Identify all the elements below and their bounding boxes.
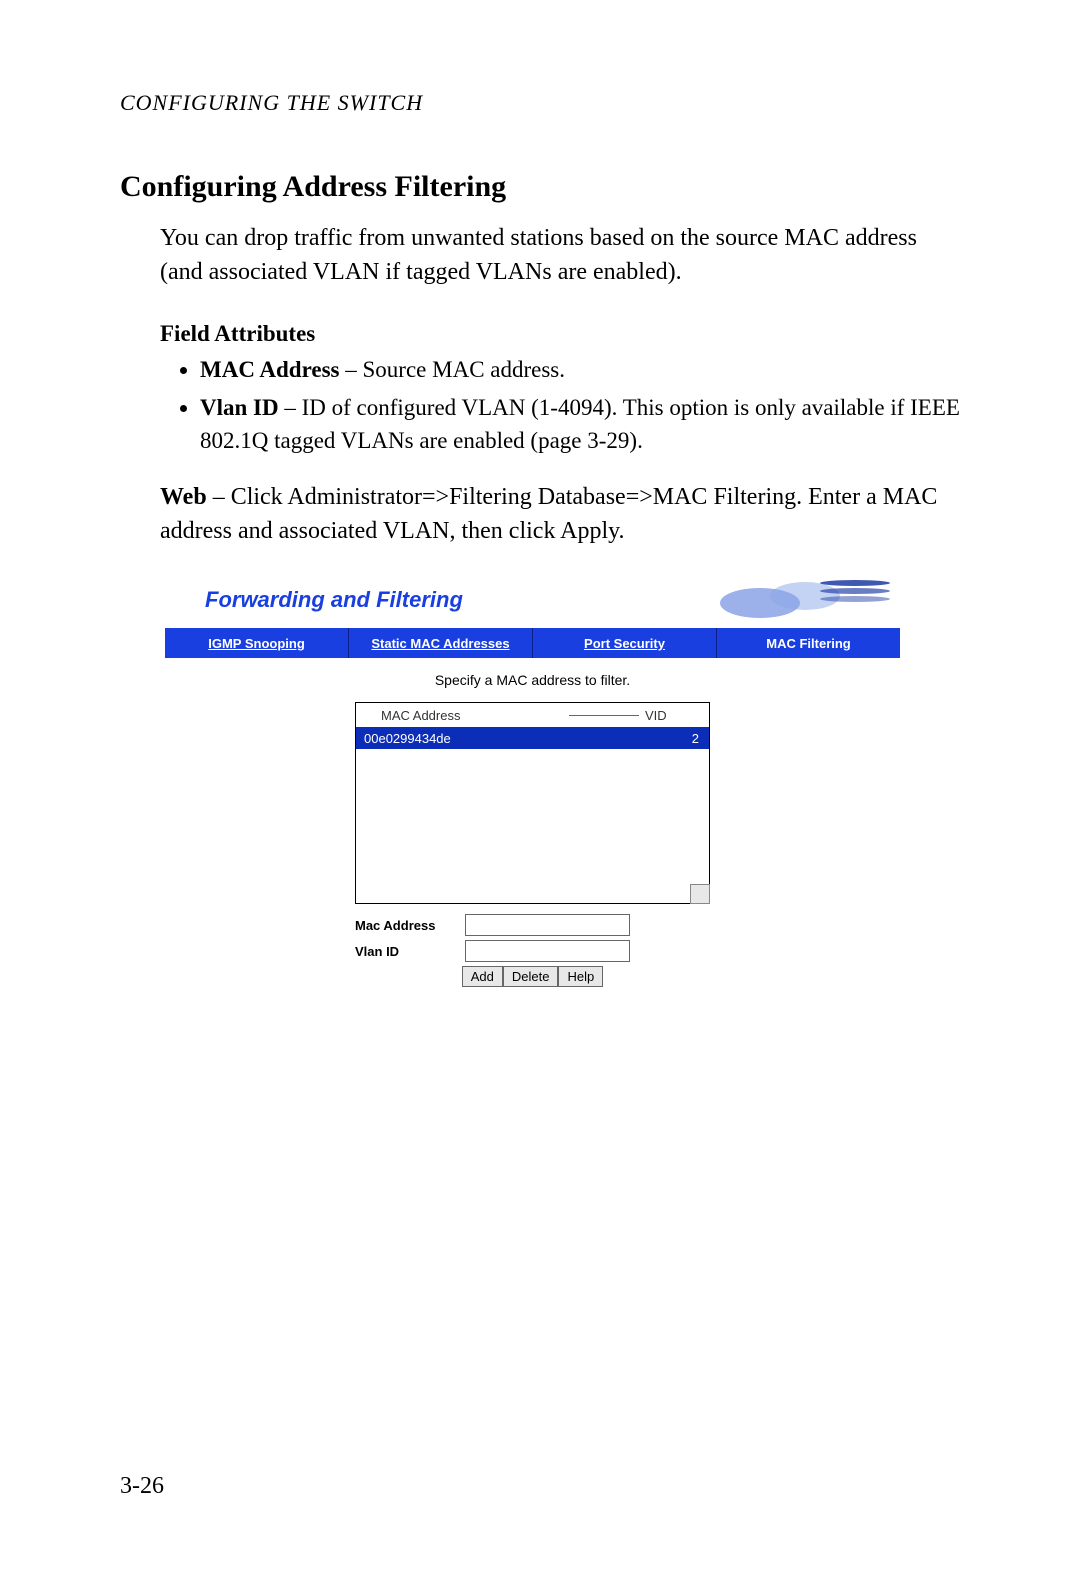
delete-button[interactable]: Delete xyxy=(503,966,559,987)
panel-header: Forwarding and Filtering xyxy=(165,578,900,622)
divider xyxy=(569,715,639,716)
instruction-text: Specify a MAC address to filter. xyxy=(355,672,710,688)
list-item: MAC Address – Source MAC address. xyxy=(200,353,960,386)
row-vid-value: 2 xyxy=(669,731,709,746)
mac-filter-listbox[interactable]: MAC Address VID 00e0299434de 2 xyxy=(355,702,710,904)
tab-static-mac-addresses[interactable]: Static MAC Addresses xyxy=(349,628,533,658)
field-attributes-list: MAC Address – Source MAC address. Vlan I… xyxy=(180,353,960,457)
web-label: Web xyxy=(160,484,207,510)
screenshot-panel: Forwarding and Filtering IGMP Snooping S… xyxy=(165,578,900,987)
vlan-id-label: Vlan ID xyxy=(355,944,465,959)
web-text: – Click Administrator=>Filtering Databas… xyxy=(160,484,937,544)
page-number: 3-26 xyxy=(120,1473,164,1500)
tab-igmp-snooping[interactable]: IGMP Snooping xyxy=(165,628,349,658)
tab-mac-filtering[interactable]: MAC Filtering xyxy=(717,628,900,658)
decorative-graphic xyxy=(710,578,900,622)
attr-desc: – ID of configured VLAN (1-4094). This o… xyxy=(200,395,960,453)
add-button[interactable]: Add xyxy=(462,966,503,987)
field-attributes-heading: Field Attributes xyxy=(160,321,960,347)
scroll-handle[interactable] xyxy=(690,884,710,904)
running-head: CONFIGURING THE SWITCH xyxy=(120,90,423,116)
list-item: Vlan ID – ID of configured VLAN (1-4094)… xyxy=(200,391,960,458)
help-button[interactable]: Help xyxy=(558,966,603,987)
attr-label: MAC Address xyxy=(200,357,340,382)
mac-address-label: Mac Address xyxy=(355,918,465,933)
vlan-id-input[interactable] xyxy=(465,940,630,962)
tab-bar: IGMP Snooping Static MAC Addresses Port … xyxy=(165,628,900,658)
listbox-header-row: MAC Address VID xyxy=(356,703,709,727)
tab-port-security[interactable]: Port Security xyxy=(533,628,717,658)
intro-paragraph: You can drop traffic from unwanted stati… xyxy=(160,222,960,289)
section-title: Configuring Address Filtering xyxy=(120,170,960,204)
attr-label: Vlan ID xyxy=(200,395,279,420)
web-paragraph: Web – Click Administrator=>Filtering Dat… xyxy=(160,481,960,548)
mac-address-input[interactable] xyxy=(465,914,630,936)
panel-title: Forwarding and Filtering xyxy=(165,587,710,613)
attr-desc: – Source MAC address. xyxy=(340,357,566,382)
listbox-header-mac: MAC Address xyxy=(356,708,569,723)
row-mac-value: 00e0299434de xyxy=(356,731,669,746)
listbox-header-vid: VID xyxy=(645,708,709,723)
listbox-row-selected[interactable]: 00e0299434de 2 xyxy=(356,727,709,749)
